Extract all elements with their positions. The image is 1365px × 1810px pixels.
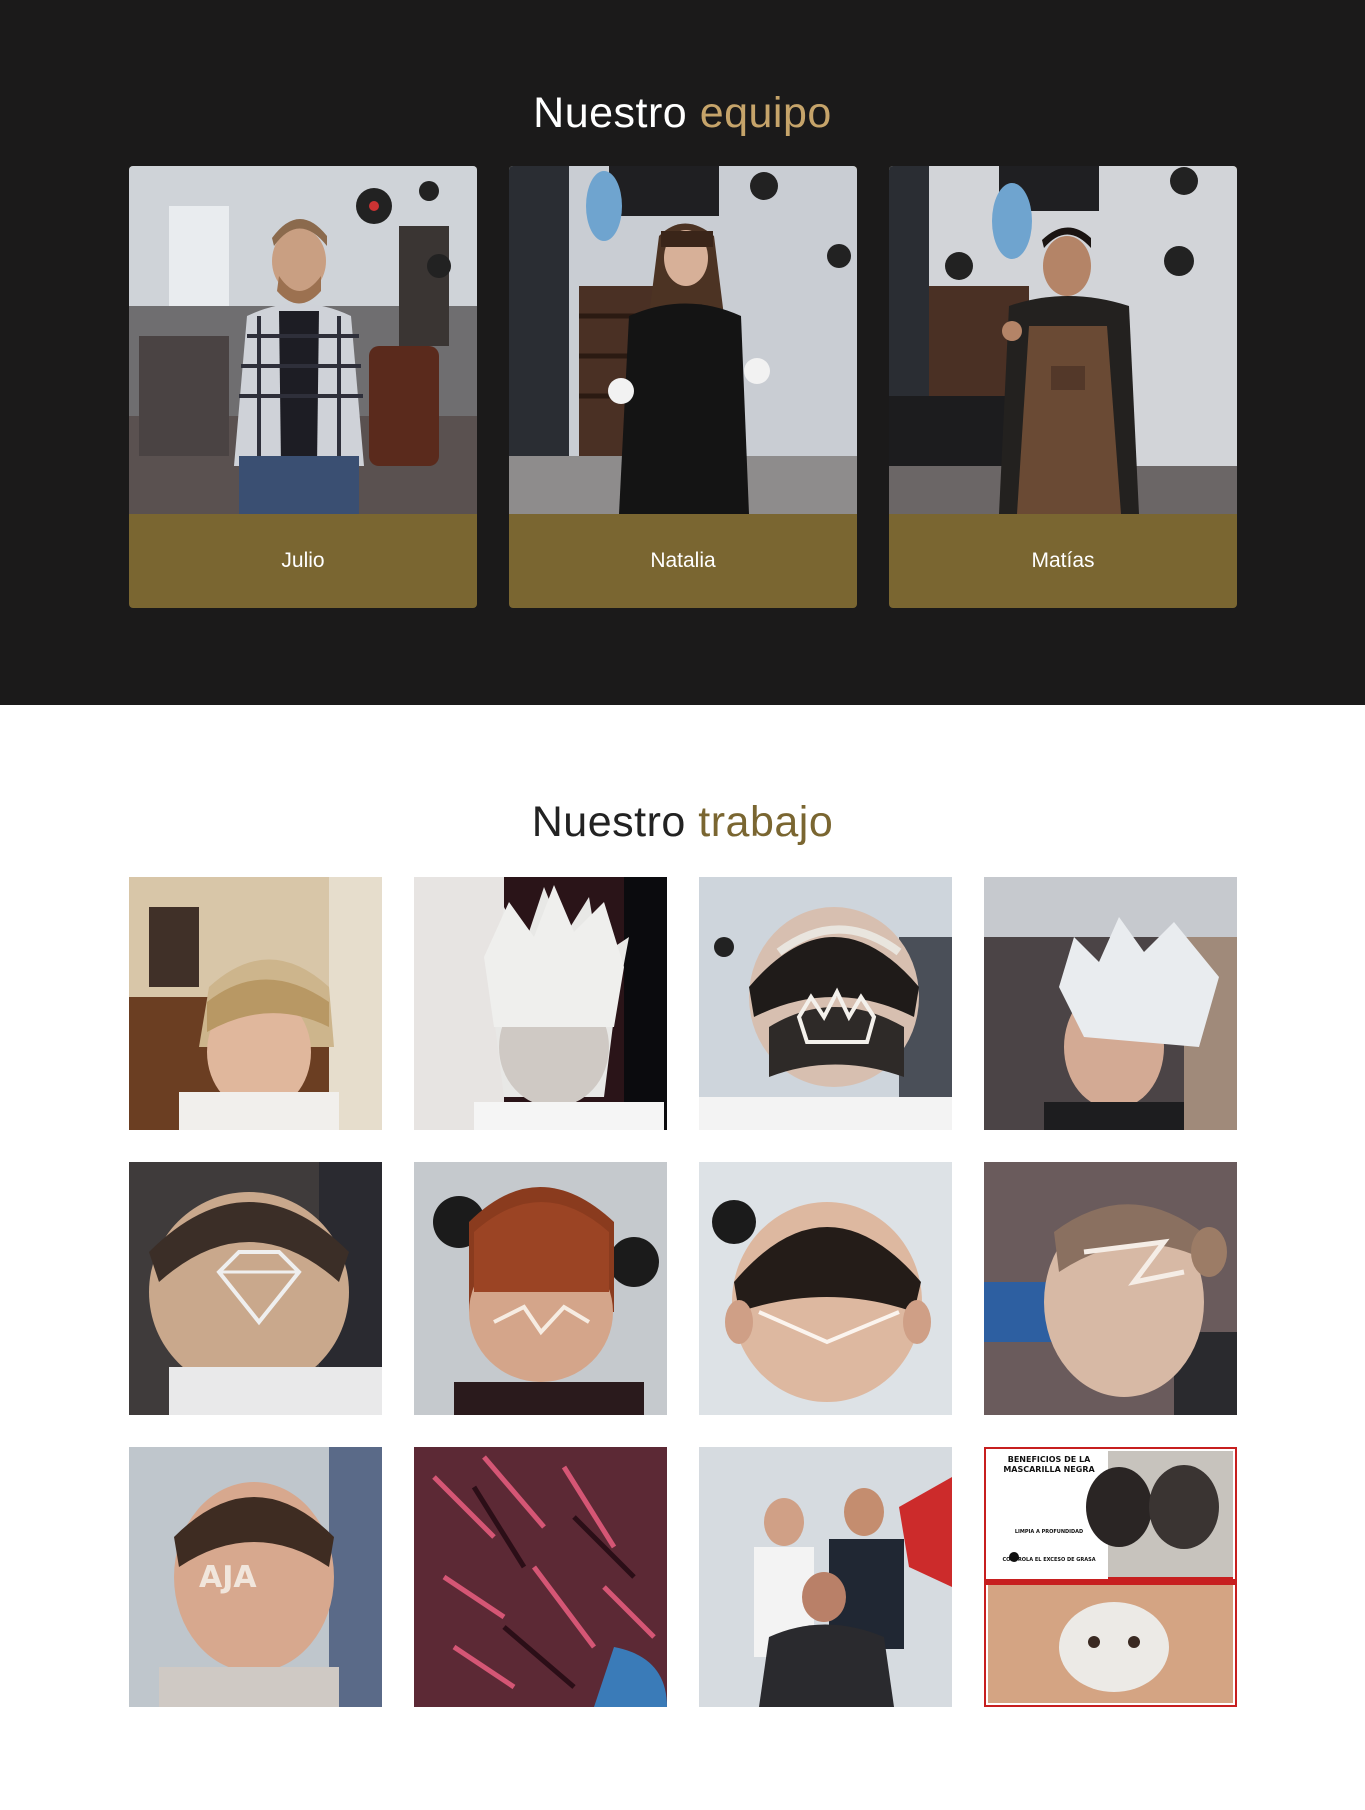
haircut-blonde-fringe-photo[interactable]	[129, 877, 382, 1130]
haircut-lightning-design-photo[interactable]	[984, 1162, 1237, 1415]
black-mask-poster[interactable]: BENEFICIOS DE LA MASCARILLA NEGRA LIMPIA…	[984, 1447, 1237, 1707]
svg-text:AJA: AJA	[199, 1560, 257, 1595]
team-name-matias: Matías	[1031, 549, 1095, 572]
haircut-platinum-spikes-photo[interactable]	[414, 877, 667, 1130]
haircut-red-spikes-photo[interactable]	[414, 1447, 667, 1707]
haircut-copper-lines-photo[interactable]	[414, 1162, 667, 1415]
team-card-natalia[interactable]: Natalia	[509, 166, 857, 608]
team-card-julio[interactable]: Julio	[129, 166, 477, 608]
barber-natalia-photo	[509, 166, 857, 514]
team-card-matias[interactable]: Matías	[889, 166, 1237, 608]
team-name-julio: Julio	[281, 549, 325, 572]
work-title-accent: trabajo	[698, 798, 834, 846]
barber-matias-photo	[889, 166, 1237, 514]
barbers-group-photo[interactable]	[699, 1447, 952, 1707]
work-section: Nuestro trabajo AJA BENEFICIOS DE LA MAS…	[0, 705, 1365, 1810]
work-section-title: Nuestro trabajo	[0, 801, 1365, 844]
haircut-crown-design-photo[interactable]	[699, 877, 952, 1130]
team-section: Nuestro equipo Julio Natalia Matías	[0, 0, 1365, 705]
haircut-v-line-fade-photo[interactable]	[699, 1162, 952, 1415]
poster-line-1: LIMPIA A PROFUNDIDAD	[1014, 1529, 1084, 1535]
team-name-natalia: Natalia	[650, 549, 716, 572]
haircut-letters-design-photo[interactable]: AJA	[129, 1447, 382, 1707]
poster-line-2: CONTROLA EL EXCESO DE GRASA	[1002, 1557, 1096, 1563]
team-title-accent: equipo	[699, 89, 832, 137]
haircut-diamond-design-photo[interactable]	[129, 1162, 382, 1415]
team-title-main: Nuestro	[533, 89, 688, 137]
poster-heading: BENEFICIOS DE LA MASCARILLA NEGRA	[1003, 1455, 1095, 1474]
team-section-title: Nuestro equipo	[0, 92, 1365, 135]
work-title-main: Nuestro	[531, 798, 686, 846]
barber-julio-photo	[129, 166, 477, 514]
haircut-white-textured-photo[interactable]	[984, 877, 1237, 1130]
